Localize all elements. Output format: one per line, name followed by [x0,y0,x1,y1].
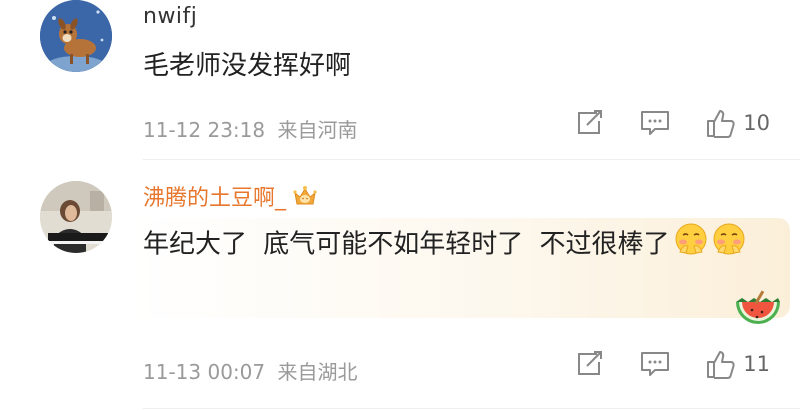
comment-item: nwifj 毛老师没发挥好啊 11-12 23:18 来自河南 10 [0,0,800,160]
comment-icon [641,111,670,135]
thumbs-up-icon [707,351,735,379]
share-icon [578,351,603,375]
shy-face-emoji [712,222,746,268]
reply-button[interactable] [639,109,671,137]
like-count: 11 [743,352,770,376]
username[interactable]: nwifj [143,4,197,29]
username-text: 沸腾的土豆啊_ [143,186,287,211]
like-button[interactable]: 11 [705,349,770,379]
comment-actions: 10 [541,108,770,138]
location: 来自河南 [277,118,358,142]
comment-meta: 11-13 00:07 来自湖北 [143,356,357,385]
divider [143,408,800,409]
reply-button[interactable] [639,350,671,378]
thumbs-up-icon [707,110,735,138]
shy-face-emoji [674,222,708,268]
watermelon-icon [732,288,784,336]
share-button[interactable] [575,350,605,378]
like-count: 10 [743,111,770,135]
comment-meta: 11-12 23:18 来自河南 [143,114,357,143]
share-button[interactable] [575,109,605,137]
location: 来自湖北 [277,360,358,384]
pianist-photo-avatar [40,181,112,253]
avatar[interactable] [40,0,112,72]
deer-cartoon-avatar [40,0,112,72]
share-icon [578,110,603,134]
comment-item: 沸腾的土豆啊_ 年纪大了 底气可能不如年轻时了 不过很棒了 11-13 00:0… [0,160,800,411]
comment-text-content: 年纪大了 底气可能不如年轻时了 不过很棒了 [143,229,670,260]
crown-badge-icon [292,184,318,214]
avatar[interactable] [40,181,112,253]
comment-icon [641,352,670,376]
timestamp: 11-12 23:18 [143,118,266,142]
comment-text: 年纪大了 底气可能不如年轻时了 不过很棒了 [143,222,763,268]
like-button[interactable]: 10 [705,108,770,138]
username[interactable]: 沸腾的土豆啊_ [143,180,318,214]
timestamp: 11-13 00:07 [143,360,266,384]
comment-actions: 11 [541,349,770,379]
comment-text: 毛老师没发挥好啊 [143,51,352,81]
